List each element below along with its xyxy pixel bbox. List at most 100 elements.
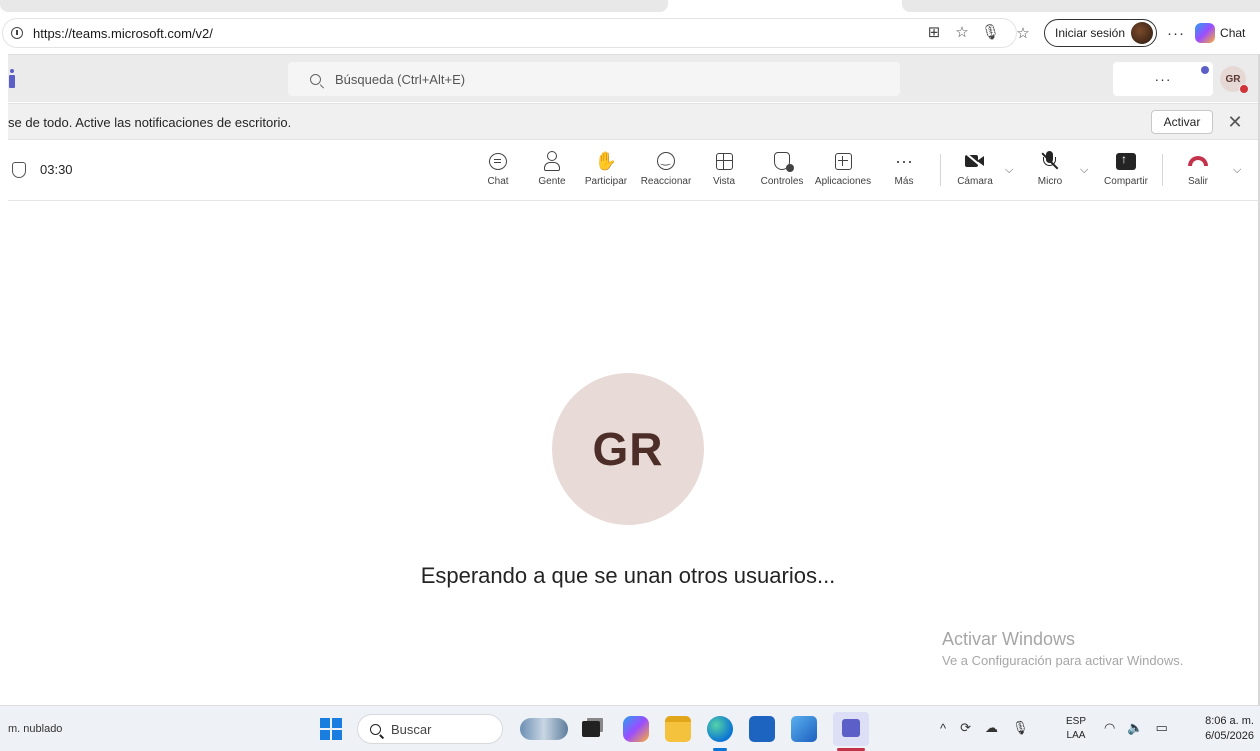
hand-icon: ✋: [594, 150, 618, 171]
controls-icon: [774, 152, 794, 172]
url-text: https://teams.microsoft.com/v2/: [33, 25, 213, 41]
leave-button[interactable]: Salir: [1168, 149, 1228, 187]
leave-options-chevron-icon[interactable]: ⌵: [1233, 164, 1241, 177]
chat-label: Chat: [487, 176, 509, 187]
profile-picture: [1131, 22, 1154, 44]
user-avatar[interactable]: GR: [1220, 66, 1249, 94]
system-tray: ^ ⟳ ☁ 🎙: [940, 720, 1029, 736]
cloud-icon[interactable]: ☁: [985, 720, 998, 736]
teams-header: Búsqueda (Ctrl+Alt+E) ··· GR: [8, 54, 1260, 102]
copilot-chat-button[interactable]: Chat: [1195, 23, 1245, 43]
clock-time: 8:06 a. m.: [1205, 715, 1254, 727]
favorites-icon[interactable]: ☆: [1012, 24, 1034, 42]
favorite-star-icon[interactable]: ☆: [953, 23, 971, 41]
view-label: Vista: [712, 176, 736, 187]
presence-busy-icon: [1239, 84, 1249, 94]
microsoft-store-icon[interactable]: [749, 716, 775, 742]
camera-label: Cámara: [957, 176, 993, 187]
teams-search-input[interactable]: Búsqueda (Ctrl+Alt+E): [288, 62, 900, 96]
app-available-icon[interactable]: ⊞: [925, 23, 943, 41]
search-icon: [370, 723, 381, 735]
emoji-icon: [657, 152, 675, 170]
sync-icon[interactable]: ⟳: [960, 720, 971, 736]
grid-view-icon: [715, 152, 733, 170]
windows-start-icon[interactable]: [320, 718, 342, 740]
mic-muted-icon: [1040, 151, 1060, 171]
browser-tab[interactable]: [902, 0, 1260, 12]
copilot-app-icon[interactable]: [623, 716, 649, 742]
search-placeholder: Búsqueda (Ctrl+Alt+E): [335, 71, 466, 87]
microphone-tray-icon[interactable]: 🎙: [1012, 720, 1029, 736]
controls-button[interactable]: Controles: [752, 149, 812, 187]
people-icon: [543, 151, 561, 171]
browser-tab[interactable]: [0, 0, 668, 12]
copilot-label: Chat: [1220, 26, 1246, 40]
add-apps-icon: [834, 152, 852, 170]
search-icon: [310, 73, 321, 85]
site-info-icon[interactable]: [11, 27, 23, 39]
more-label: ···: [1154, 71, 1172, 87]
notification-dot: [1201, 66, 1209, 74]
share-button[interactable]: Compartir: [1096, 149, 1156, 188]
edge-browser-icon[interactable]: [707, 716, 733, 742]
signin-button[interactable]: Iniciar sesión: [1044, 19, 1158, 47]
lang-layout: LAA: [1066, 730, 1086, 741]
weather-widget[interactable]: m. nublado: [8, 723, 62, 735]
react-button[interactable]: Reaccionar: [636, 149, 696, 187]
signin-label: Iniciar sesión: [1055, 26, 1126, 40]
screen: https://teams.microsoft.com/v2/ ⊞ ☆ 🎙 ☆ …: [0, 0, 1260, 751]
more-label: Más: [894, 176, 914, 187]
taskbar-clock[interactable]: 8:06 a. m. 6/05/2026: [1188, 714, 1254, 744]
browser-toolbar: ☆ Iniciar sesión ··· Chat: [1012, 19, 1245, 47]
camera-options-chevron-icon[interactable]: ⌵: [1005, 164, 1013, 177]
read-aloud-icon[interactable]: 🎙: [981, 23, 1000, 41]
watermark-title: Activar Windows: [942, 629, 1076, 649]
close-icon[interactable]: ✕: [1223, 110, 1247, 134]
outlook-icon[interactable]: [791, 716, 817, 742]
share-label: Compartir: [1104, 176, 1148, 187]
people-button[interactable]: Gente: [522, 149, 582, 187]
file-explorer-icon[interactable]: [665, 716, 691, 742]
hang-up-icon: [1188, 156, 1208, 166]
raise-hand-label: Participar: [584, 176, 628, 187]
wifi-icon: ◠: [1104, 720, 1116, 735]
divider: [1162, 154, 1163, 186]
apps-button[interactable]: Aplicaciones: [813, 149, 873, 187]
camera-button[interactable]: Cámara: [945, 149, 1005, 187]
waiting-message: Esperando a que se unan otros usuarios..…: [420, 563, 836, 588]
meeting-info-shield-icon[interactable]: [12, 162, 26, 178]
teams-settings-more-button[interactable]: ···: [1113, 62, 1213, 96]
notification-banner: se de todo. Active las notificaciones de…: [8, 103, 1260, 140]
taskbar-search-label: Buscar: [391, 721, 432, 737]
url-tools: ⊞ ☆ 🎙: [925, 23, 1000, 41]
task-view-icon[interactable]: [582, 721, 600, 737]
meeting-stage: GR Esperando a que se unan otros usuario…: [8, 201, 1260, 705]
browser-address-bar: https://teams.microsoft.com/v2/ ⊞ ☆ 🎙 ☆ …: [0, 14, 1260, 54]
browser-tab-strip: [0, 0, 1260, 14]
activate-notifications-button[interactable]: Activar: [1151, 110, 1213, 134]
teams-app-icon[interactable]: [833, 712, 869, 746]
taskbar-search[interactable]: Buscar: [357, 714, 503, 744]
view-button[interactable]: Vista: [694, 149, 754, 187]
activation-watermark: Activar Windows Ve a Configuración para …: [942, 629, 1183, 668]
chat-button[interactable]: Chat: [468, 149, 528, 187]
teams-logo-icon[interactable]: [8, 69, 16, 89]
microphone-button[interactable]: Micro: [1020, 149, 1080, 187]
show-hidden-icons-chevron-icon[interactable]: ^: [940, 721, 946, 736]
people-label: Gente: [538, 176, 566, 187]
url-field[interactable]: https://teams.microsoft.com/v2/: [2, 18, 1017, 48]
more-actions-button[interactable]: ··· Más: [874, 149, 934, 188]
mic-options-chevron-icon[interactable]: ⌵: [1080, 164, 1088, 177]
input-language[interactable]: ESP LAA: [1066, 715, 1086, 743]
widgets-icon[interactable]: [520, 718, 568, 740]
share-screen-icon: [1116, 152, 1136, 170]
browser-more-button[interactable]: ···: [1167, 25, 1185, 42]
banner-text: se de todo. Active las notificaciones de…: [8, 115, 292, 130]
raise-hand-button[interactable]: ✋ Participar: [576, 149, 636, 188]
mic-label: Micro: [1037, 176, 1063, 187]
quick-settings[interactable]: ◠ 🔈 ▭: [1104, 720, 1168, 736]
chat-icon: [489, 152, 507, 170]
more-icon: ···: [895, 150, 913, 171]
windows-taskbar: m. nublado Buscar ^ ⟳ ☁ 🎙 ESP LAA ◠ 🔈 ▭: [0, 705, 1260, 751]
camera-off-icon: [965, 153, 985, 169]
